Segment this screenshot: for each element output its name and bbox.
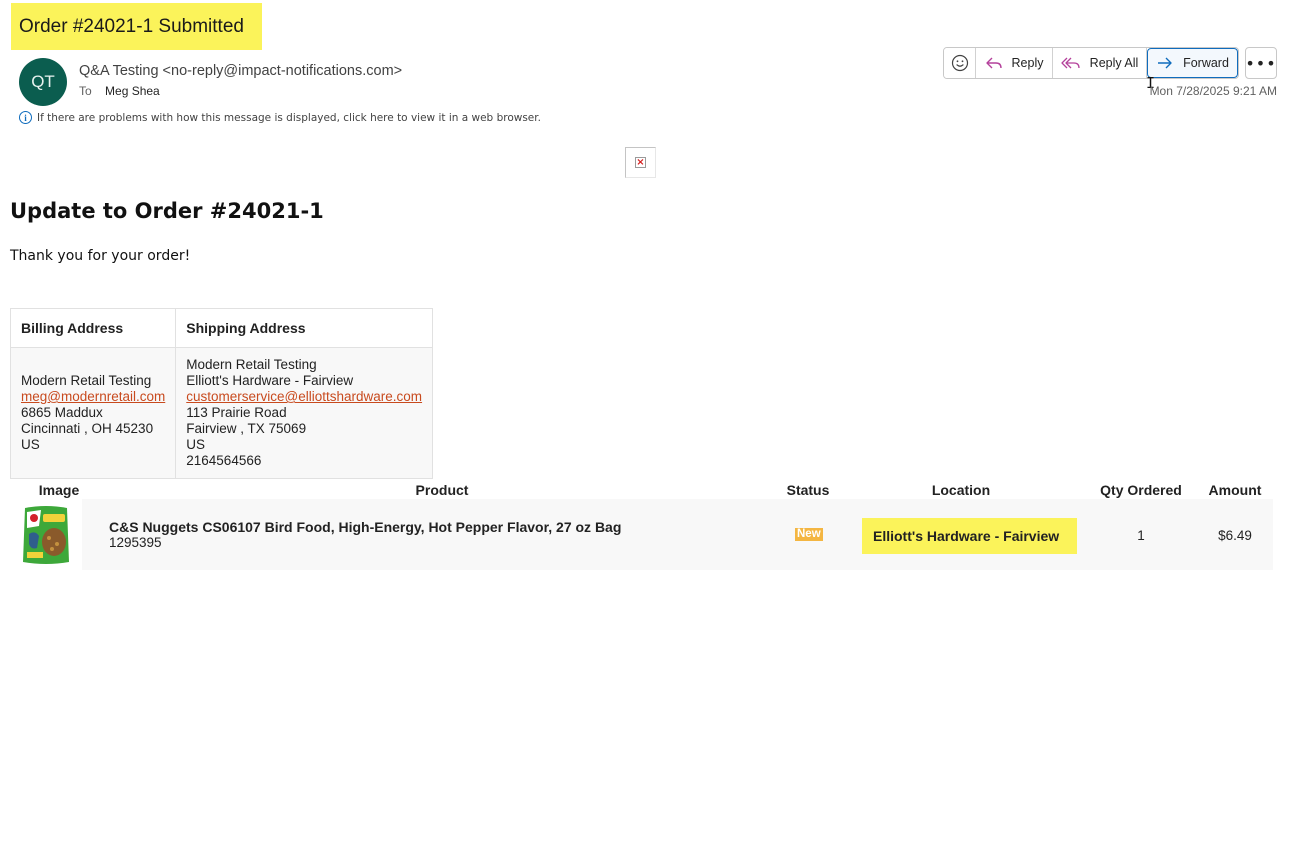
forward-label: Forward [1183,56,1229,70]
smiley-icon [951,54,968,72]
to-label: To [79,84,92,98]
emoji-reaction-button[interactable] [944,48,976,78]
column-header-image: Image [38,482,80,498]
product-name: C&S Nuggets CS06107 Bird Food, High-Ener… [109,519,622,535]
shipping-email-link[interactable]: customerservice@elliottshardware.com [186,389,422,404]
shipping-name: Modern Retail Testing [186,357,317,372]
reply-all-label: Reply All [1089,56,1139,70]
sender-avatar[interactable]: QT [19,58,67,106]
product-info: C&S Nuggets CS06107 Bird Food, High-Ener… [109,519,621,551]
broken-logo-image: × [625,147,656,178]
column-header-status: Status [786,482,830,498]
forward-button[interactable]: Forward [1147,48,1238,78]
bird-food-bag-icon [23,505,69,564]
product-image[interactable] [10,499,82,570]
billing-city: Cincinnati , OH 45230 [21,421,154,436]
display-problem-notice[interactable]: i If there are problems with how this me… [19,111,541,124]
shipping-address-header: Shipping Address [175,308,434,348]
shipping-company: Elliott's Hardware - Fairview [186,373,354,388]
table-row: C&S Nuggets CS06107 Bird Food, High-Ener… [10,499,1273,570]
billing-address-header: Billing Address [9,308,177,348]
sender-name[interactable]: Q&A Testing <no-reply@impact-notificatio… [79,63,402,79]
billing-email-link[interactable]: meg@modernretail.com [21,389,165,404]
column-header-amount: Amount [1208,482,1262,498]
reply-all-arrow-icon [1061,57,1080,69]
column-header-product: Product [415,482,469,498]
shipping-country: US [186,437,206,452]
billing-street: 6865 Maddux [21,405,103,420]
address-table: Billing Address Shipping Address Modern … [9,308,434,479]
items-table-header: Image Product Status Location Qty Ordere… [10,480,1273,499]
shipping-address-cell: Modern Retail Testing Elliott's Hardware… [175,347,434,479]
thank-you-text: Thank you for your order! [10,248,191,264]
more-actions-button[interactable]: ••• [1245,47,1277,79]
message-actions-toolbar: Reply Reply All Forward [943,47,1239,79]
received-timestamp: Mon 7/28/2025 9:21 AM [1149,84,1277,98]
billing-country: US [21,437,40,452]
email-heading: Update to Order #24021-1 [10,199,324,223]
display-problem-text[interactable]: If there are problems with how this mess… [37,112,541,124]
qty-ordered-value: 1 [1137,528,1145,543]
recipient-name[interactable]: Meg Shea [105,84,160,98]
reply-all-button[interactable]: Reply All [1053,48,1147,78]
forward-arrow-icon [1158,57,1172,69]
billing-name: Modern Retail Testing [21,373,152,388]
shipping-street: 113 Prairie Road [186,405,287,420]
location-highlight: Elliott's Hardware - Fairview [862,518,1077,554]
info-icon: i [19,111,32,124]
column-header-qty-ordered: Qty Ordered [1100,482,1182,498]
billing-address-cell: Modern Retail Testing meg@modernretail.c… [9,347,177,479]
column-header-location: Location [931,482,991,498]
reply-label: Reply [1011,56,1044,70]
reply-arrow-icon [985,57,1002,69]
shipping-phone: 2164564566 [186,453,262,468]
product-sku: 1295395 [109,535,162,550]
more-dots-icon: ••• [1245,53,1277,73]
recipient-line: To Meg Shea [79,84,160,98]
email-subject: Order #24021-1 Submitted [11,3,262,50]
broken-image-icon: × [635,157,646,168]
amount-value: $6.49 [1218,528,1252,543]
reply-button[interactable]: Reply [976,48,1053,78]
status-badge: New [795,528,823,541]
shipping-city: Fairview , TX 75069 [186,421,307,436]
